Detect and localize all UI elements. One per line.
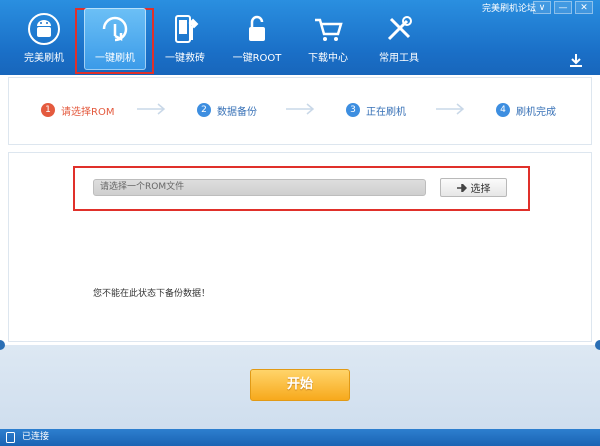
step-flashing: 3 正在刷机 xyxy=(346,102,406,118)
nav-one-click-flash[interactable]: 一键刷机 xyxy=(84,8,146,70)
select-label: 选择 xyxy=(470,184,491,195)
minimize-button[interactable]: — xyxy=(554,1,572,14)
nav-one-click-root[interactable]: 一键ROOT xyxy=(226,8,288,70)
nav-label: 一键刷机 xyxy=(95,53,135,64)
nav-label: 完美刷机 xyxy=(24,53,64,64)
step-label: 刷机完成 xyxy=(516,106,556,118)
step-label: 正在刷机 xyxy=(366,106,406,118)
backup-notice: 您不能在此状态下备份数据！ xyxy=(93,289,211,299)
tools-icon xyxy=(387,16,412,41)
rom-file-input[interactable]: 请选择一个ROM文件 xyxy=(93,179,426,196)
nav-label: 一键ROOT xyxy=(232,53,282,64)
nav-perfect-flash[interactable]: 完美刷机 xyxy=(13,8,75,70)
phone-icon xyxy=(6,432,15,443)
arrow-right-icon xyxy=(137,103,166,115)
arrow-right-icon xyxy=(436,103,465,115)
arrow-right-icon xyxy=(286,103,315,115)
arrow-right-icon xyxy=(456,183,467,192)
right-handle xyxy=(595,340,600,350)
nav-label: 一键救砖 xyxy=(165,53,205,64)
nav-brick-rescue[interactable]: 一键救砖 xyxy=(154,8,216,70)
step-select-rom: 1 请选择ROM xyxy=(41,102,114,118)
phone-repair-icon xyxy=(175,15,199,43)
step-number: 4 xyxy=(496,103,510,117)
close-button[interactable]: ✕ xyxy=(575,1,593,14)
android-icon xyxy=(28,13,60,45)
nav-common-tools[interactable]: 常用工具 xyxy=(368,8,430,70)
nav-download-center[interactable]: 下载中心 xyxy=(297,8,359,70)
step-label: 请选择ROM xyxy=(61,106,115,118)
connection-status: 已连接 xyxy=(22,432,50,442)
window-title[interactable]: 完美刷机论坛 xyxy=(482,1,536,14)
step-number: 3 xyxy=(346,103,360,117)
step-data-backup: 2 数据备份 xyxy=(197,102,257,118)
status-bar: 已连接 xyxy=(0,429,600,446)
progress-steps: 1 请选择ROM 2 数据备份 3 正在刷机 4 刷机完成 xyxy=(8,77,592,145)
nav-label: 常用工具 xyxy=(379,53,419,64)
step-label: 数据备份 xyxy=(217,106,257,118)
unlock-icon xyxy=(249,15,265,41)
step-flash-complete: 4 刷机完成 xyxy=(496,102,556,118)
top-toolbar: 完美刷机 一键刷机 一键救砖 一键ROOT 下载中心 常用工具 完美刷机论坛 ∨… xyxy=(0,0,600,75)
step-number: 1 xyxy=(41,103,55,117)
touch-refresh-icon xyxy=(102,16,128,42)
download-icon[interactable] xyxy=(568,52,584,68)
step-number: 2 xyxy=(197,103,211,117)
select-rom-button[interactable]: 选择 xyxy=(440,178,507,197)
nav-label: 下载中心 xyxy=(308,53,348,64)
start-button[interactable]: 开始 xyxy=(250,369,350,401)
menu-button[interactable]: ∨ xyxy=(533,1,551,14)
cart-icon xyxy=(315,18,343,41)
